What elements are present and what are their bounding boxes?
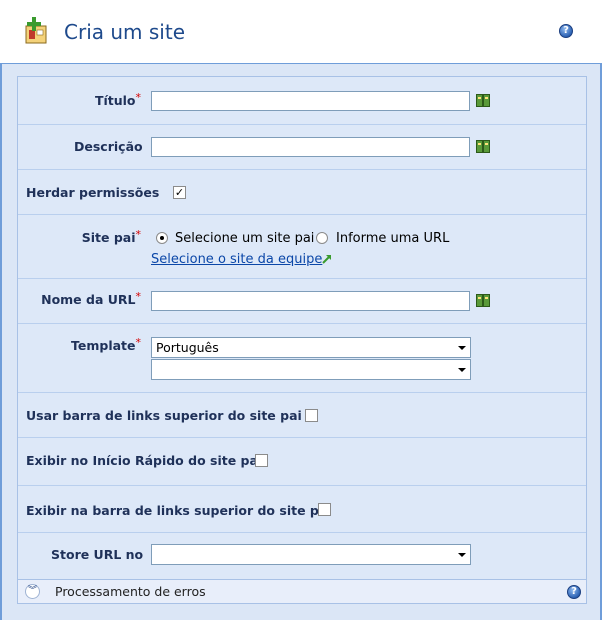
select-team-site-link[interactable]: Selecione o site da equipe — [151, 252, 322, 267]
row-usar-barra: Usar barra de links superior do site pai — [18, 393, 586, 438]
store-url-label: Store URL no — [51, 547, 144, 562]
radio-enter-url-label: Informe uma URL — [336, 231, 450, 246]
help-icon[interactable]: ? — [567, 585, 581, 599]
error-processing-section[interactable]: ︾ Processamento de erros ? — [17, 580, 587, 604]
chevron-down-icon[interactable]: ︾ — [25, 584, 40, 599]
exibir-inicio-checkbox[interactable] — [255, 454, 268, 467]
nome-url-label: Nome da URL* — [41, 290, 141, 307]
exibir-barra-checkbox[interactable] — [318, 503, 331, 516]
titulo-input[interactable] — [151, 91, 470, 111]
nome-url-input[interactable] — [151, 291, 470, 311]
site-pai-label: Site pai* — [81, 228, 141, 245]
row-site-pai: Site pai* Selecione um site pai Informe … — [18, 215, 586, 279]
store-url-select[interactable] — [151, 544, 471, 565]
error-processing-label: Processamento de erros — [55, 584, 206, 599]
row-store-url: Store URL no — [18, 533, 586, 580]
radio-select-parent[interactable] — [156, 232, 168, 244]
template-select[interactable] — [151, 359, 471, 380]
template-language-select[interactable]: Português — [151, 337, 471, 358]
row-exibir-inicio: Exibir no Início Rápido do site pai — [18, 438, 586, 486]
usar-barra-label: Usar barra de links superior do site pai — [26, 408, 302, 423]
row-titulo: Título* — [18, 77, 586, 125]
descricao-label: Descrição — [74, 139, 143, 154]
descricao-input[interactable] — [151, 137, 470, 157]
add-site-icon — [25, 17, 47, 44]
page-header: Cria um site ? — [0, 0, 602, 64]
help-icon[interactable]: ? — [559, 24, 573, 38]
row-template: Template* Português — [18, 324, 586, 393]
page-title: Cria um site — [64, 20, 185, 44]
template-label: Template* — [71, 336, 141, 353]
address-book-icon[interactable] — [476, 294, 491, 307]
form-container: Título* Descrição Herdar permissões ✓ Si… — [0, 64, 602, 620]
row-descricao: Descrição — [18, 125, 586, 170]
radio-select-parent-label: Selecione um site pai — [175, 231, 315, 246]
herdar-label: Herdar permissões — [26, 185, 160, 200]
row-nome-url: Nome da URL* — [18, 279, 586, 324]
row-exibir-barra: Exibir na barra de links superior do sit… — [18, 486, 586, 533]
exibir-inicio-label: Exibir no Início Rápido do site pai — [26, 453, 263, 468]
address-book-icon[interactable] — [476, 140, 491, 153]
address-book-icon[interactable] — [476, 94, 491, 107]
create-site-form: Título* Descrição Herdar permissões ✓ Si… — [17, 76, 587, 580]
herdar-checkbox[interactable]: ✓ — [173, 186, 186, 199]
titulo-label: Título* — [94, 91, 141, 108]
exibir-barra-label: Exibir na barra de links superior do sit… — [26, 503, 332, 518]
radio-enter-url[interactable] — [316, 232, 328, 244]
usar-barra-checkbox[interactable] — [305, 409, 318, 422]
row-herdar: Herdar permissões ✓ — [18, 170, 586, 215]
external-link-icon — [322, 255, 331, 264]
